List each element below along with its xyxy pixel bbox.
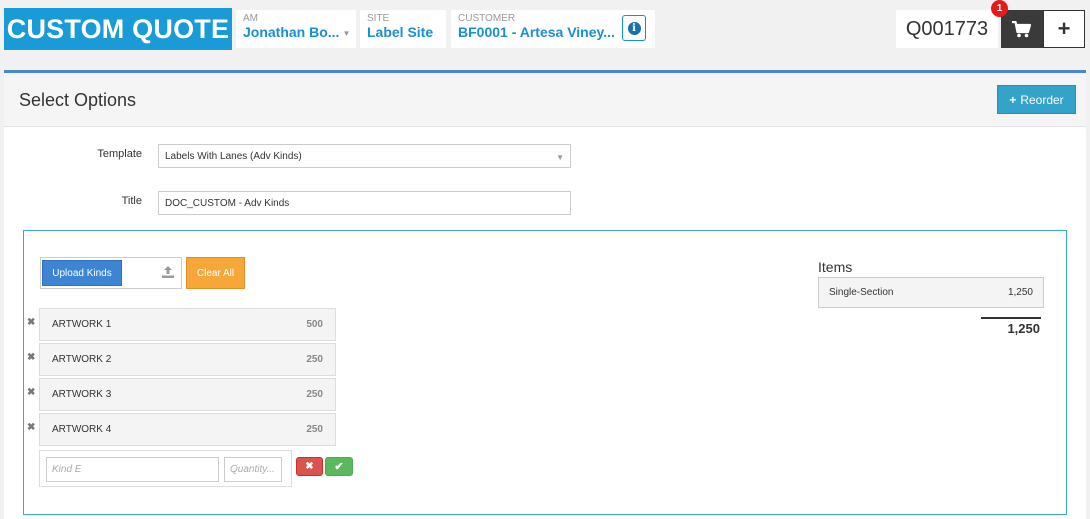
template-label: Template [97,148,142,160]
clear-all-button[interactable]: Clear All [186,257,245,289]
kind-quantity: 500 [306,319,323,330]
am-selector[interactable]: AM Jonathan Bo... ▼ [236,10,356,48]
list-item: ✖ ARTWORK 4 250 [24,413,344,446]
cart-button[interactable] [1001,10,1043,48]
kind-card[interactable]: ARTWORK 3 250 [39,378,336,411]
brand-title: CUSTOM QUOTE [4,8,232,50]
kind-quantity: 250 [306,424,323,435]
site-label: SITE [367,13,390,24]
item-quantity: 1,250 [1007,287,1033,298]
cart-count-badge: 1 [991,0,1008,17]
quote-number: Q001773 [896,10,998,48]
total-divider [981,317,1041,319]
chevron-down-icon: ▼ [342,28,349,38]
upload-kinds-control: Upload Kinds [40,257,182,289]
reorder-button[interactable]: + Reorder [997,85,1076,114]
customer-info-button[interactable]: i [622,15,646,41]
site-selector[interactable]: SITE Label Site [360,10,446,48]
am-label: AM [243,13,258,24]
title-label: Title [121,195,142,207]
add-button[interactable]: + [1043,10,1085,48]
remove-icon[interactable]: ✖ [27,422,35,433]
kind-quantity: 250 [306,354,323,365]
new-kind-input[interactable]: Kind E [46,457,219,482]
remove-icon[interactable]: ✖ [27,387,35,398]
title-value: DOC_CUSTOM - Adv Kinds [165,197,290,209]
select-options-panel: Select Options + Reorder Template Labels… [4,70,1086,519]
item-name: Single-Section [829,287,894,298]
remove-icon[interactable]: ✖ [27,317,35,328]
kind-name: ARTWORK 3 [52,389,112,400]
chevron-down-icon: ▼ [556,153,564,162]
template-select[interactable]: Labels With Lanes (Adv Kinds) ▼ [158,144,571,168]
customer-label: CUSTOMER [458,13,516,24]
panel-header: Select Options + Reorder [4,73,1086,127]
customer-value: BF0001 - Artesa Viney... [458,24,615,40]
list-item: ✖ ARTWORK 1 500 [24,308,344,341]
items-total: 1,250 [1007,321,1040,336]
check-icon: ✔ [334,461,344,473]
kind-card[interactable]: ARTWORK 4 250 [39,413,336,446]
kind-name: ARTWORK 1 [52,319,112,330]
cancel-button[interactable]: ✖ [296,457,323,476]
items-heading: Items [818,259,853,275]
list-item: ✖ ARTWORK 2 250 [24,343,344,376]
info-icon: i [627,21,641,35]
plus-icon: + [1009,92,1017,107]
kind-card[interactable]: ARTWORK 2 250 [39,343,336,376]
new-kind-form: Kind E Quantity... [39,450,292,487]
confirm-button[interactable]: ✔ [325,457,353,476]
remove-icon[interactable]: ✖ [27,352,35,363]
upload-icon[interactable] [161,265,175,279]
new-quantity-input[interactable]: Quantity... [224,457,282,482]
reorder-label: Reorder [1020,92,1064,107]
list-item: ✖ ARTWORK 3 250 [24,378,344,411]
am-value: Jonathan Bo... [243,24,340,40]
site-value: Label Site [367,24,434,40]
page-title: Select Options [19,90,137,110]
kind-name: ARTWORK 2 [52,354,112,365]
items-row: Single-Section 1,250 [818,277,1044,308]
upload-kinds-button[interactable]: Upload Kinds [42,260,122,286]
kind-card[interactable]: ARTWORK 1 500 [39,308,336,341]
title-input[interactable]: DOC_CUSTOM - Adv Kinds [158,191,571,215]
template-value: Labels With Lanes (Adv Kinds) [165,150,302,162]
cart-icon [1012,20,1032,37]
kind-name: ARTWORK 4 [52,424,112,435]
kind-quantity: 250 [306,389,323,400]
close-icon: ✖ [305,461,314,472]
kinds-section: Upload Kinds Clear All ✖ ARTWORK 1 500 ✖… [23,230,1067,515]
